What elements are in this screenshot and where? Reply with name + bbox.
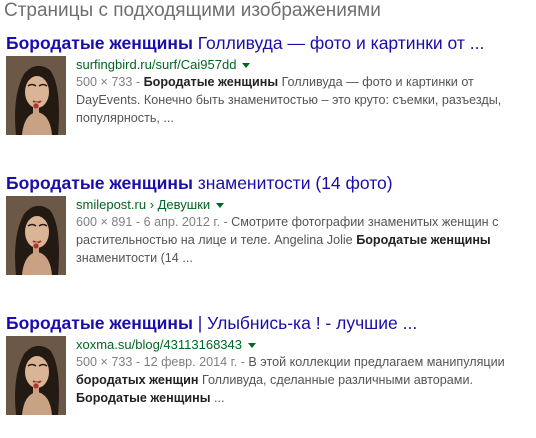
result-title-link[interactable]: Бородатые женщины Голливуда — фото и кар… [6, 32, 531, 54]
result-title-bold: Бородатые женщины [6, 33, 193, 53]
snippet-text: Голливуда, сделанные различными авторами… [198, 373, 473, 387]
snippet-meta: 500 × 733 - [76, 75, 144, 89]
result-title-link[interactable]: Бородатые женщины знаменитости (14 фото) [6, 172, 531, 194]
result-url: xoxma.su/blog/43113168343 [76, 336, 531, 353]
result-title-bold: Бородатые женщины [6, 313, 193, 333]
result-url: surfingbird.ru/surf/Cai957dd [76, 56, 531, 73]
woman-portrait-image [6, 336, 66, 415]
result-item: Бородатые женщины знаменитости (14 фото)… [6, 172, 531, 275]
chevron-down-icon[interactable] [216, 203, 225, 209]
result-item: Бородатые женщины | Улыбнись-ка ! - лучш… [6, 312, 531, 415]
snippet-text: ... [210, 391, 225, 405]
snippet-bold: Бородатые женщины [76, 391, 211, 405]
woman-portrait-image [6, 196, 66, 275]
result-title-rest: | Улыбнись-ка ! - лучшие ... [192, 313, 418, 333]
result-snippet: 600 × 891 - 6 апр. 2012 г. - Смотрите фо… [76, 213, 531, 267]
result-title-link[interactable]: Бородатые женщины | Улыбнись-ка ! - лучш… [6, 312, 531, 334]
section-heading: Страницы с подходящими изображениями [4, 0, 381, 21]
woman-portrait-image [6, 56, 66, 135]
result-title-rest: знаменитости (14 фото) [192, 173, 393, 193]
snippet-text: Смотрите фотографии знаменитых женщин с [231, 215, 499, 229]
chevron-down-icon[interactable] [248, 343, 256, 349]
snippet-text: В этой коллекции предлагаем манипуляции [248, 355, 505, 369]
result-url: smilepost.ru › Девушки [76, 196, 531, 213]
result-url-text: smilepost.ru › Девушки [76, 197, 211, 212]
result-title-rest: Голливуда — фото и картинки от ... [192, 33, 485, 53]
result-item: Бородатые женщины Голливуда — фото и кар… [6, 32, 531, 135]
snippet-text: растительностью на лице и теле. Angelina… [76, 233, 357, 247]
result-url-text: surfingbird.ru/surf/Cai957dd [76, 57, 237, 72]
result-snippet: 500 × 733 - 12 февр. 2014 г. - В этой ко… [76, 353, 531, 407]
result-thumbnail[interactable] [6, 196, 66, 275]
result-snippet: 500 × 733 - Бородатые женщины Голливуда … [76, 73, 531, 127]
snippet-line: DayEvents. Конечно быть знаменитостью – … [76, 93, 502, 107]
result-title-bold: Бородатые женщины [6, 173, 193, 193]
snippet-bold: бородатых женщин [76, 373, 199, 387]
snippet-line: знаменитости (14 ... [76, 251, 193, 265]
chevron-down-icon[interactable] [242, 63, 251, 69]
snippet-line: популярность, ... [76, 111, 174, 125]
snippet-bold: Бородатые женщины [356, 233, 491, 247]
result-thumbnail[interactable] [6, 336, 66, 415]
snippet-text: Голливуда — фото и картинки от [278, 75, 474, 89]
result-url-text: xoxma.su/blog/43113168343 [76, 337, 242, 352]
snippet-meta: 600 × 891 - 6 апр. 2012 г. - [76, 215, 232, 229]
snippet-bold: Бородатые женщины [143, 75, 279, 89]
result-thumbnail[interactable] [6, 56, 66, 135]
snippet-meta: 500 × 733 - 12 февр. 2014 г. - [76, 355, 249, 369]
